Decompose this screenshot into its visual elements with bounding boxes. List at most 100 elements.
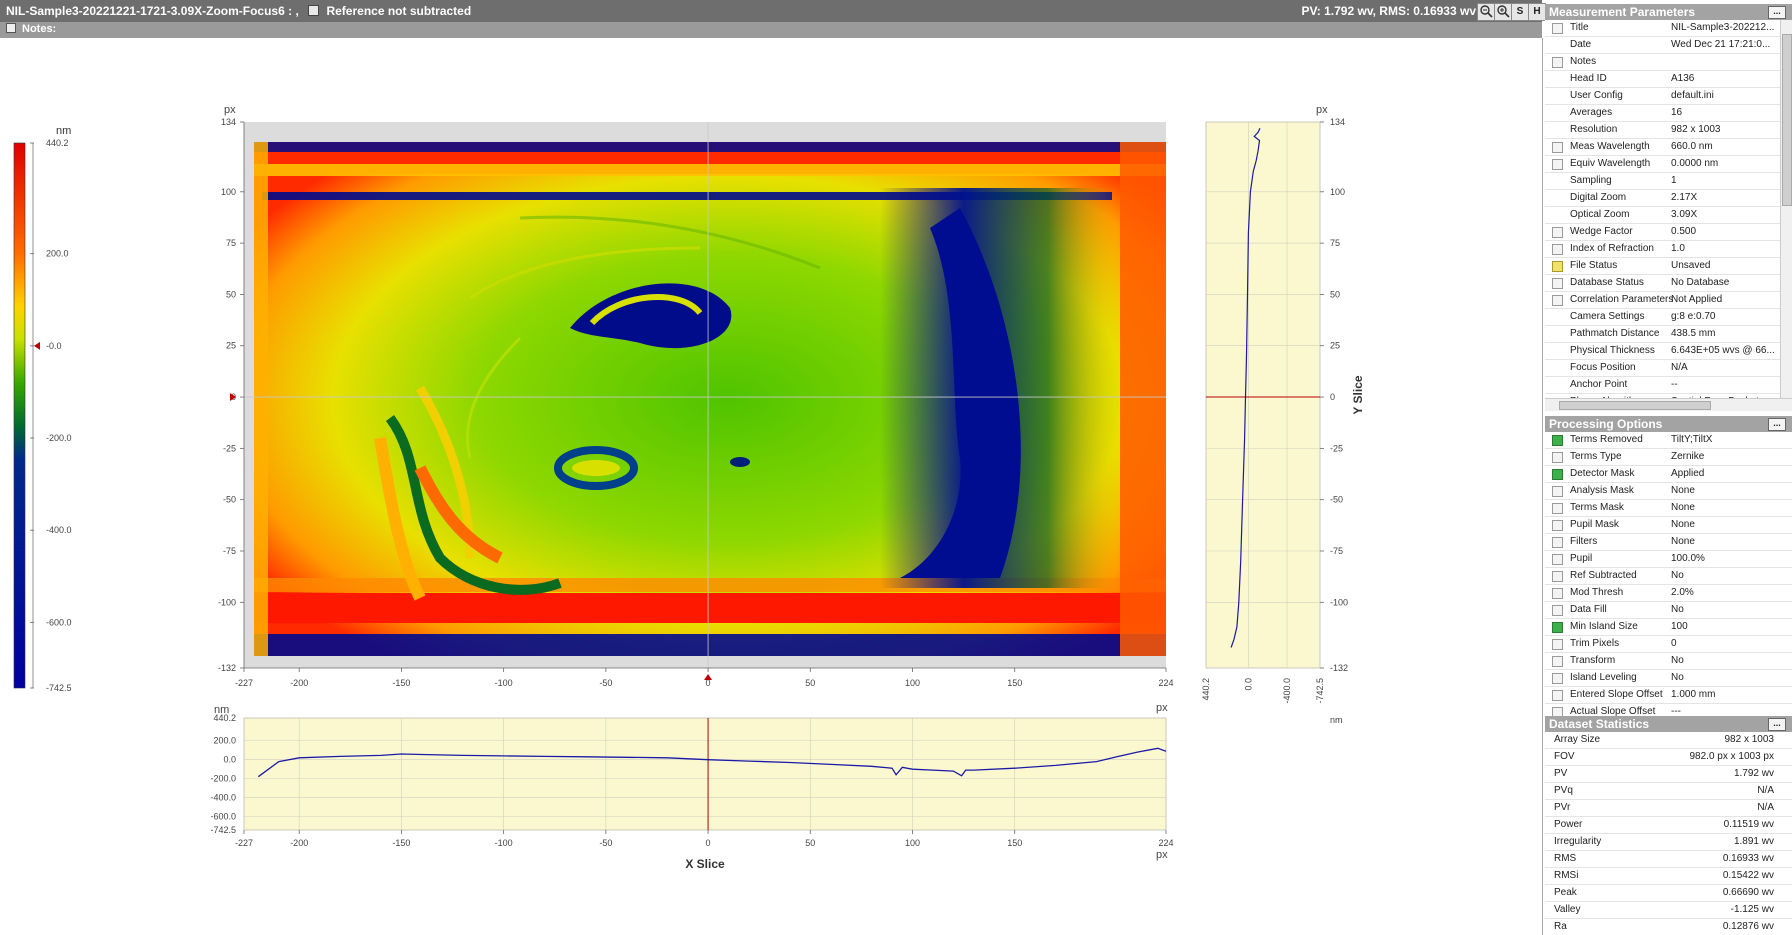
param-value: 660.0 nm	[1671, 141, 1713, 152]
param-checkbox[interactable]	[1552, 244, 1563, 255]
param-row[interactable]: Detector Mask Applied	[1545, 466, 1792, 483]
param-row[interactable]: Power 0.11519 wv	[1545, 817, 1792, 834]
param-row[interactable]: Meas Wavelength 660.0 nm	[1545, 139, 1780, 156]
param-row[interactable]: Array Size 982 x 1003	[1545, 732, 1792, 749]
param-checkbox[interactable]	[1552, 486, 1563, 497]
reference-checkbox[interactable]	[308, 5, 320, 16]
param-name: Valley	[1554, 904, 1581, 915]
param-row[interactable]: RMSi 0.15422 wv	[1545, 868, 1792, 885]
colorbar-marker[interactable]	[34, 341, 40, 350]
param-checkbox[interactable]	[1552, 23, 1563, 34]
param-row[interactable]: Mod Thresh 2.0%	[1545, 585, 1792, 602]
param-checkbox[interactable]	[1552, 571, 1563, 582]
param-checkbox[interactable]	[1552, 452, 1563, 463]
dataset-statistics-menu-button[interactable]: ...	[1768, 718, 1786, 731]
measurement-parameters-list[interactable]: Title NIL-Sample3-202212... Date Wed Dec 21…	[1545, 20, 1780, 398]
param-row[interactable]: Index of Refraction 1.0	[1545, 241, 1780, 258]
surface-map[interactable]	[254, 142, 1166, 656]
y-slice-y-tick-label: 50	[1330, 289, 1340, 299]
param-checkbox[interactable]	[1552, 690, 1563, 701]
h-button[interactable]: H	[1528, 3, 1546, 21]
param-row[interactable]: Island Leveling No	[1545, 670, 1792, 687]
param-row[interactable]: Head ID A136	[1545, 71, 1780, 88]
param-row[interactable]: Notes	[1545, 54, 1780, 71]
vscroll-thumb[interactable]	[1782, 34, 1792, 206]
param-row[interactable]: Physical Thickness 6.643E+05 wvs @ 66...	[1545, 343, 1780, 360]
param-row[interactable]: FOV 982.0 px x 1003 px	[1545, 749, 1792, 766]
param-row[interactable]: Averages 16	[1545, 105, 1780, 122]
param-row[interactable]: Database Status No Database	[1545, 275, 1780, 292]
param-checkbox[interactable]	[1552, 469, 1563, 480]
zoom-out-button[interactable]	[1477, 3, 1495, 21]
param-checkbox[interactable]	[1552, 656, 1563, 667]
param-row[interactable]: Transform No	[1545, 653, 1792, 670]
x-crosshair-marker[interactable]	[704, 674, 713, 680]
param-checkbox[interactable]	[1552, 57, 1563, 68]
param-row[interactable]: PVq N/A	[1545, 783, 1792, 800]
param-row[interactable]: File Status Unsaved	[1545, 258, 1780, 275]
param-row[interactable]: User Config default.ini	[1545, 88, 1780, 105]
param-name: File Status	[1570, 260, 1618, 271]
param-checkbox[interactable]	[1552, 605, 1563, 616]
param-row[interactable]: Terms Mask None	[1545, 500, 1792, 517]
param-row[interactable]: Wedge Factor 0.500	[1545, 224, 1780, 241]
processing-options-list[interactable]: Terms Removed TiltY;TiltX Terms Type Zernik…	[1545, 432, 1792, 721]
param-row[interactable]: Pupil 100.0%	[1545, 551, 1792, 568]
param-row[interactable]: Valley -1.125 wv	[1545, 902, 1792, 919]
param-row[interactable]: Pupil Mask None	[1545, 517, 1792, 534]
param-checkbox[interactable]	[1552, 261, 1563, 272]
s-button[interactable]: S	[1511, 3, 1529, 21]
param-checkbox[interactable]	[1552, 295, 1563, 306]
param-row[interactable]: Title NIL-Sample3-202212...	[1545, 20, 1780, 37]
param-row[interactable]: Equiv Wavelength 0.0000 nm	[1545, 156, 1780, 173]
param-row[interactable]: Ra 0.12876 wv	[1545, 919, 1792, 935]
param-row[interactable]: Entered Slope Offset 1.000 mm	[1545, 687, 1792, 704]
param-checkbox[interactable]	[1552, 554, 1563, 565]
param-checkbox[interactable]	[1552, 503, 1563, 514]
param-checkbox[interactable]	[1552, 639, 1563, 650]
param-row[interactable]: PVr N/A	[1545, 800, 1792, 817]
param-row[interactable]: Correlation Parameters Not Applied	[1545, 292, 1780, 309]
main-x-tick-label: -100	[495, 678, 513, 688]
measurement-parameters-header: Measurement Parameters ...	[1545, 4, 1792, 20]
param-checkbox[interactable]	[1552, 537, 1563, 548]
param-checkbox[interactable]	[1552, 673, 1563, 684]
param-row[interactable]: Digital Zoom 2.17X	[1545, 190, 1780, 207]
param-row[interactable]: Pathmatch Distance 438.5 mm	[1545, 326, 1780, 343]
param-row[interactable]: RMS 0.16933 wv	[1545, 851, 1792, 868]
param-checkbox[interactable]	[1552, 622, 1563, 633]
measurement-parameters-hscrollbar[interactable]	[1545, 398, 1792, 411]
measurement-parameters-vscrollbar[interactable]	[1780, 20, 1792, 400]
param-row[interactable]: Irregularity 1.891 wv	[1545, 834, 1792, 851]
param-row[interactable]: Sampling 1	[1545, 173, 1780, 190]
processing-options-menu-button[interactable]: ...	[1768, 418, 1786, 431]
param-checkbox[interactable]	[1552, 142, 1563, 153]
param-checkbox[interactable]	[1552, 278, 1563, 289]
param-row[interactable]: PV 1.792 wv	[1545, 766, 1792, 783]
param-name: Wedge Factor	[1570, 226, 1633, 237]
param-row[interactable]: Date Wed Dec 21 17:21:0...	[1545, 37, 1780, 54]
param-row[interactable]: Min Island Size 100	[1545, 619, 1792, 636]
param-row[interactable]: Anchor Point --	[1545, 377, 1780, 394]
notes-checkbox[interactable]	[6, 23, 16, 33]
param-row[interactable]: Data Fill No	[1545, 602, 1792, 619]
measurement-parameters-menu-button[interactable]: ...	[1768, 6, 1786, 19]
param-row[interactable]: Ref Subtracted No	[1545, 568, 1792, 585]
param-checkbox[interactable]	[1552, 159, 1563, 170]
param-checkbox[interactable]	[1552, 588, 1563, 599]
param-row[interactable]: Terms Removed TiltY;TiltX	[1545, 432, 1792, 449]
param-checkbox[interactable]	[1552, 520, 1563, 531]
param-checkbox[interactable]	[1552, 227, 1563, 238]
param-row[interactable]: Resolution 982 x 1003	[1545, 122, 1780, 139]
param-row[interactable]: Trim Pixels 0	[1545, 636, 1792, 653]
param-row[interactable]: Peak 0.66690 wv	[1545, 885, 1792, 902]
param-row[interactable]: Focus Position N/A	[1545, 360, 1780, 377]
param-row[interactable]: Camera Settings g:8 e:0.70	[1545, 309, 1780, 326]
zoom-in-button[interactable]	[1494, 3, 1512, 21]
param-row[interactable]: Analysis Mask None	[1545, 483, 1792, 500]
hscroll-thumb[interactable]	[1559, 401, 1711, 410]
param-row[interactable]: Optical Zoom 3.09X	[1545, 207, 1780, 224]
param-row[interactable]: Filters None	[1545, 534, 1792, 551]
param-checkbox[interactable]	[1552, 435, 1563, 446]
param-row[interactable]: Terms Type Zernike	[1545, 449, 1792, 466]
